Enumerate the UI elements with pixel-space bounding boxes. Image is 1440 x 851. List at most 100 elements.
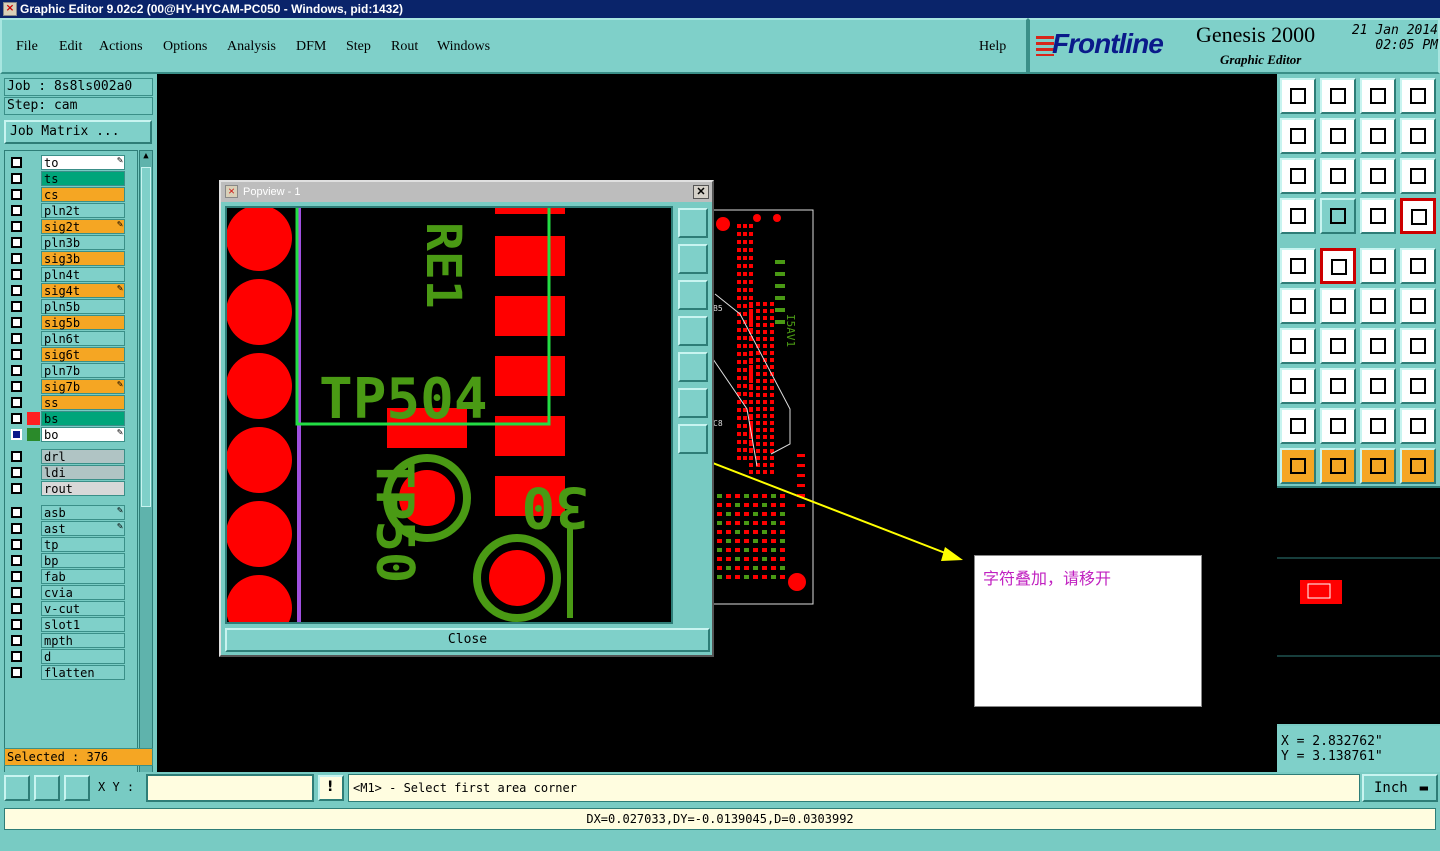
layer-row-cvia[interactable]: cvia <box>7 585 137 600</box>
layer-checkbox[interactable] <box>11 539 22 550</box>
layer-name[interactable]: ldi <box>41 465 125 480</box>
layer-name[interactable]: sig4t <box>41 283 125 298</box>
layer-name[interactable]: sig7b <box>41 379 125 394</box>
layer-name[interactable]: drl <box>41 449 125 464</box>
zoom-1-2-icon[interactable] <box>1360 158 1396 194</box>
layer-name[interactable]: cvia <box>41 585 125 600</box>
layer-row-pln3b[interactable]: pln3b <box>7 235 137 250</box>
layer-row-fab[interactable]: fab <box>7 569 137 584</box>
layer-checkbox[interactable] <box>11 667 22 678</box>
layers-active-icon[interactable] <box>1400 198 1436 234</box>
layer-name[interactable]: flatten <box>41 665 125 680</box>
layer-checkbox[interactable] <box>11 157 22 168</box>
layer-name[interactable]: sig5b <box>41 315 125 330</box>
redo-icon[interactable] <box>1400 118 1436 154</box>
layer-row-flatten[interactable]: flatten <box>7 665 137 680</box>
layer-row-rout[interactable]: rout <box>7 481 137 496</box>
layer-row-sig7b[interactable]: sig7b ✎ <box>7 379 137 394</box>
undo-icon[interactable] <box>1360 118 1396 154</box>
layer-row-ss[interactable]: ss <box>7 395 137 410</box>
select-box-icon[interactable] <box>1320 448 1356 484</box>
layer-checkbox[interactable] <box>11 603 22 614</box>
menu-file[interactable]: File <box>16 39 38 55</box>
mirror-icon[interactable] <box>1400 328 1436 364</box>
popview-canvas[interactable]: RE1 TP504 TP50 30 <box>225 206 673 624</box>
layer-checkbox[interactable] <box>11 221 22 232</box>
layer-name[interactable]: cs <box>41 187 125 202</box>
popview-zoom-fit-button[interactable] <box>678 208 708 238</box>
affected-layer-icon[interactable] <box>27 412 40 425</box>
window-icon[interactable] <box>1400 78 1436 114</box>
menu-windows[interactable]: Windows <box>437 39 490 55</box>
layer-checkbox[interactable] <box>11 317 22 328</box>
layer-checkbox[interactable] <box>11 397 22 408</box>
layer-row-sig3b[interactable]: sig3b <box>7 251 137 266</box>
board-minimap[interactable] <box>1277 486 1440 724</box>
layer-checkbox[interactable] <box>11 285 22 296</box>
pad-icon[interactable] <box>1280 368 1316 404</box>
layer-scrollbar[interactable]: ▲ ▼ <box>139 150 153 814</box>
layer-checkbox[interactable] <box>11 429 22 440</box>
zoom-fit-icon[interactable] <box>1280 158 1316 194</box>
layer-row-tp[interactable]: tp <box>7 537 137 552</box>
layer-row-d[interactable]: d <box>7 649 137 664</box>
layer-name[interactable]: fab <box>41 569 125 584</box>
layer-row-bp[interactable]: bp <box>7 553 137 568</box>
job-matrix-button[interactable]: Job Matrix ... <box>4 120 152 144</box>
layer-row-ldi[interactable]: ldi <box>7 465 137 480</box>
layer-checkbox[interactable] <box>11 483 22 494</box>
prev-icon[interactable] <box>1280 118 1316 154</box>
layer-checkbox[interactable] <box>11 237 22 248</box>
menu-rout[interactable]: Rout <box>391 39 418 55</box>
cross-icon[interactable] <box>1320 288 1356 324</box>
layer-checkbox[interactable] <box>11 571 22 582</box>
menu-step[interactable]: Step <box>346 39 371 55</box>
snap-mode-icon[interactable] <box>4 775 30 801</box>
layer-name[interactable]: mpth <box>41 633 125 648</box>
save-icon[interactable] <box>1320 78 1356 114</box>
layer-name[interactable]: slot1 <box>41 617 125 632</box>
home-icon[interactable] <box>1360 78 1396 114</box>
layer-name[interactable]: pln7b <box>41 363 125 378</box>
layer-name[interactable]: bo <box>41 427 125 442</box>
menu-analysis[interactable]: Analysis <box>227 39 276 55</box>
popview-title-bar[interactable]: ⨯ Popview - 1 ✕ <box>221 182 712 202</box>
layer-row-asb[interactable]: asb ✎ <box>7 505 137 520</box>
layer-checkbox[interactable] <box>11 413 22 424</box>
layer-checkbox[interactable] <box>11 365 22 376</box>
layer-row-sig5b[interactable]: sig5b <box>7 315 137 330</box>
menu-dfm[interactable]: DFM <box>296 39 326 55</box>
add-pad-icon[interactable] <box>1280 248 1316 284</box>
layer-name[interactable]: sig3b <box>41 251 125 266</box>
layer-row-bs[interactable]: bs <box>7 411 137 426</box>
layer-name[interactable]: sig2t <box>41 219 125 234</box>
layer-row-drl[interactable]: drl <box>7 449 137 464</box>
triangle-line-icon[interactable] <box>1320 408 1356 444</box>
grid-mode-icon[interactable] <box>64 775 90 801</box>
layer-row-cs[interactable]: cs <box>7 187 137 202</box>
layer-checkbox[interactable] <box>11 269 22 280</box>
layer-checkbox[interactable] <box>11 523 22 534</box>
layers-icon[interactable] <box>1360 198 1396 234</box>
draw-line-icon[interactable] <box>1280 328 1316 364</box>
layer-row-sig2t[interactable]: sig2t ✎ <box>7 219 137 234</box>
layer-checkbox[interactable] <box>11 205 22 216</box>
layer-checkbox[interactable] <box>11 467 22 478</box>
layer-checkbox[interactable] <box>11 451 22 462</box>
layer-row-slot1[interactable]: slot1 <box>7 617 137 632</box>
select-poly-icon[interactable] <box>1360 448 1396 484</box>
layer-name[interactable]: ss <box>41 395 125 410</box>
layer-row-v-cut[interactable]: v-cut <box>7 601 137 616</box>
layer-row-sig6t[interactable]: sig6t <box>7 347 137 362</box>
popview-close-button[interactable]: Close <box>225 628 710 652</box>
layer-name[interactable]: pln3b <box>41 235 125 250</box>
layer-checkbox[interactable] <box>11 507 22 518</box>
layer-name[interactable]: bp <box>41 553 125 568</box>
popview-close-icon[interactable]: ✕ <box>693 185 709 199</box>
select-frame-icon[interactable] <box>1400 248 1436 284</box>
layer-checkbox[interactable] <box>11 333 22 344</box>
layer-checkbox[interactable] <box>11 619 22 630</box>
add-line-icon[interactable] <box>1320 248 1356 284</box>
rotate-icon[interactable] <box>1360 328 1396 364</box>
move-icon[interactable] <box>1360 288 1396 324</box>
